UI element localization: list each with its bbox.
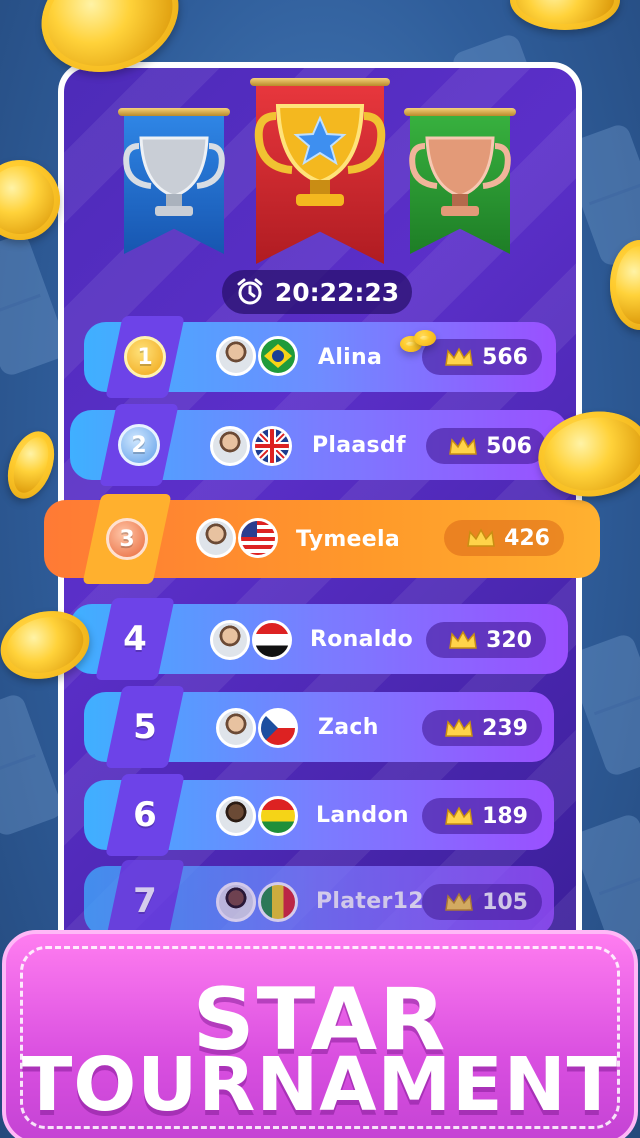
coin-icon xyxy=(0,160,60,240)
score-value: 105 xyxy=(482,889,528,915)
gold-trophy-icon xyxy=(254,104,386,206)
title-line-2: TOURNAMENT xyxy=(21,1042,619,1128)
crown-icon xyxy=(445,806,473,825)
czech-flag-icon xyxy=(258,708,298,748)
crown-icon xyxy=(449,436,477,455)
leaderboard-row-highlighted[interactable]: 3 Tymeela 426 xyxy=(44,494,600,584)
avatar xyxy=(216,708,256,748)
score-badge: 239 xyxy=(422,710,542,746)
crown-icon xyxy=(449,630,477,649)
silver-trophy-icon xyxy=(123,136,225,216)
player-name: Landon xyxy=(316,802,409,828)
score-value: 320 xyxy=(486,627,532,653)
coin-stack-icon xyxy=(400,330,438,354)
score-value: 189 xyxy=(482,803,528,829)
leaderboard-row[interactable]: 7 Plater12 105 xyxy=(84,860,554,942)
score-value: 239 xyxy=(482,715,528,741)
bronze-trophy-icon xyxy=(409,136,511,216)
leaderboard-row[interactable]: 5 Zach 239 xyxy=(84,686,554,768)
crown-icon xyxy=(467,528,495,547)
player-name: Tymeela xyxy=(296,526,400,552)
player-name: Ronaldo xyxy=(310,626,414,652)
rank-number: 6 xyxy=(133,795,157,835)
coin-icon xyxy=(510,0,620,30)
senegal-flag-icon xyxy=(258,882,298,922)
silver-medal-icon: 2 xyxy=(118,424,160,466)
score-value: 566 xyxy=(482,344,528,370)
score-value: 426 xyxy=(504,525,550,551)
background-domino xyxy=(0,691,66,839)
second-place-banner xyxy=(118,104,230,254)
tournament-timer: 20:22:23 xyxy=(222,270,412,314)
rank-number: 5 xyxy=(133,707,157,747)
score-badge: 506 xyxy=(426,428,546,464)
avatar xyxy=(210,620,250,660)
first-place-banner xyxy=(250,74,390,264)
bolivia-flag-icon xyxy=(258,796,298,836)
avatar xyxy=(210,426,250,466)
score-badge: 566 xyxy=(422,339,542,375)
player-name: Alina xyxy=(318,344,383,370)
score-badge: 426 xyxy=(444,520,564,556)
score-badge: 189 xyxy=(422,798,542,834)
crown-icon xyxy=(445,892,473,911)
usa-flag-icon xyxy=(238,518,278,558)
gold-medal-icon: 1 xyxy=(124,336,166,378)
timer-value: 20:22:23 xyxy=(274,277,400,307)
uk-flag-icon xyxy=(252,426,292,466)
avatar xyxy=(216,882,256,922)
brazil-flag-icon xyxy=(258,336,298,376)
player-name: Plaasdf xyxy=(312,432,406,458)
avatar xyxy=(216,336,256,376)
crown-icon xyxy=(445,347,473,366)
alarm-clock-icon xyxy=(237,278,263,305)
score-badge: 105 xyxy=(422,884,542,920)
leaderboard-row[interactable]: 1 Alina 566 xyxy=(84,316,556,398)
score-badge: 320 xyxy=(426,622,546,658)
third-place-banner xyxy=(404,104,516,254)
bronze-medal-icon: 3 xyxy=(106,518,148,560)
avatar xyxy=(216,796,256,836)
coin-icon xyxy=(0,424,63,506)
leaderboard-row[interactable]: 2 Plaasdf 506 xyxy=(70,404,568,486)
player-name: Plater12 xyxy=(316,888,424,914)
rank-number: 4 xyxy=(123,619,147,659)
rank-number: 7 xyxy=(133,881,157,921)
leaderboard-row[interactable]: 4 Ronaldo 320 xyxy=(70,598,568,680)
avatar xyxy=(196,518,236,558)
score-value: 506 xyxy=(486,433,532,459)
leaderboard-row[interactable]: 6 Landon 189 xyxy=(84,774,554,856)
crown-icon xyxy=(445,718,473,737)
egypt-flag-icon xyxy=(252,620,292,660)
player-name: Zach xyxy=(318,714,379,740)
